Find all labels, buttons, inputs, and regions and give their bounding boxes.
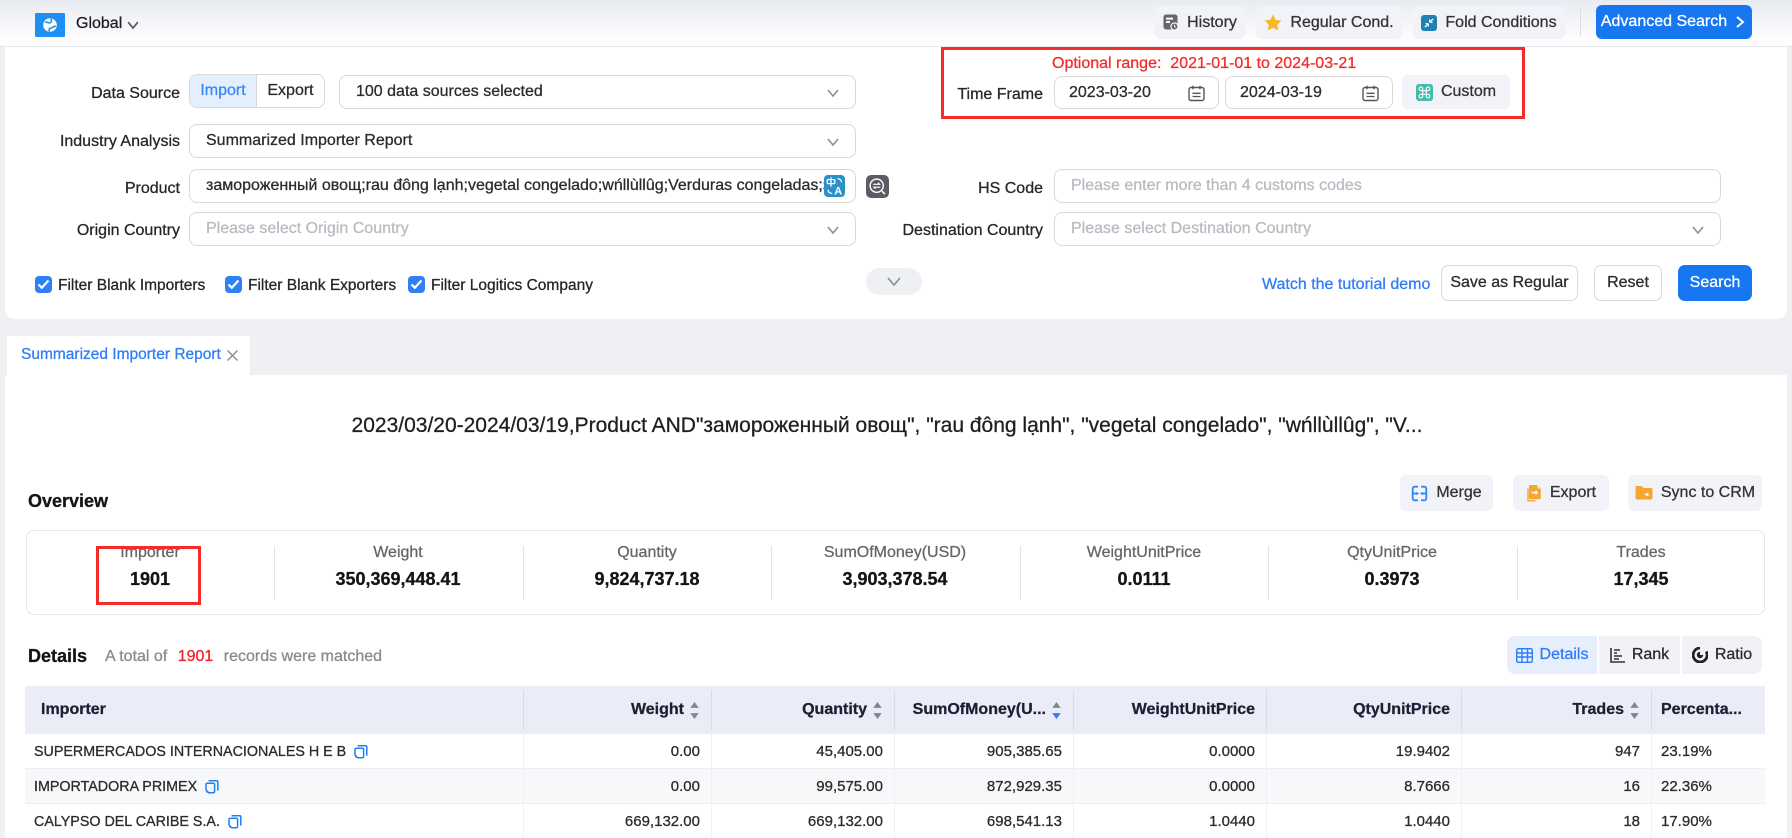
svg-text:A: A <box>834 186 842 198</box>
